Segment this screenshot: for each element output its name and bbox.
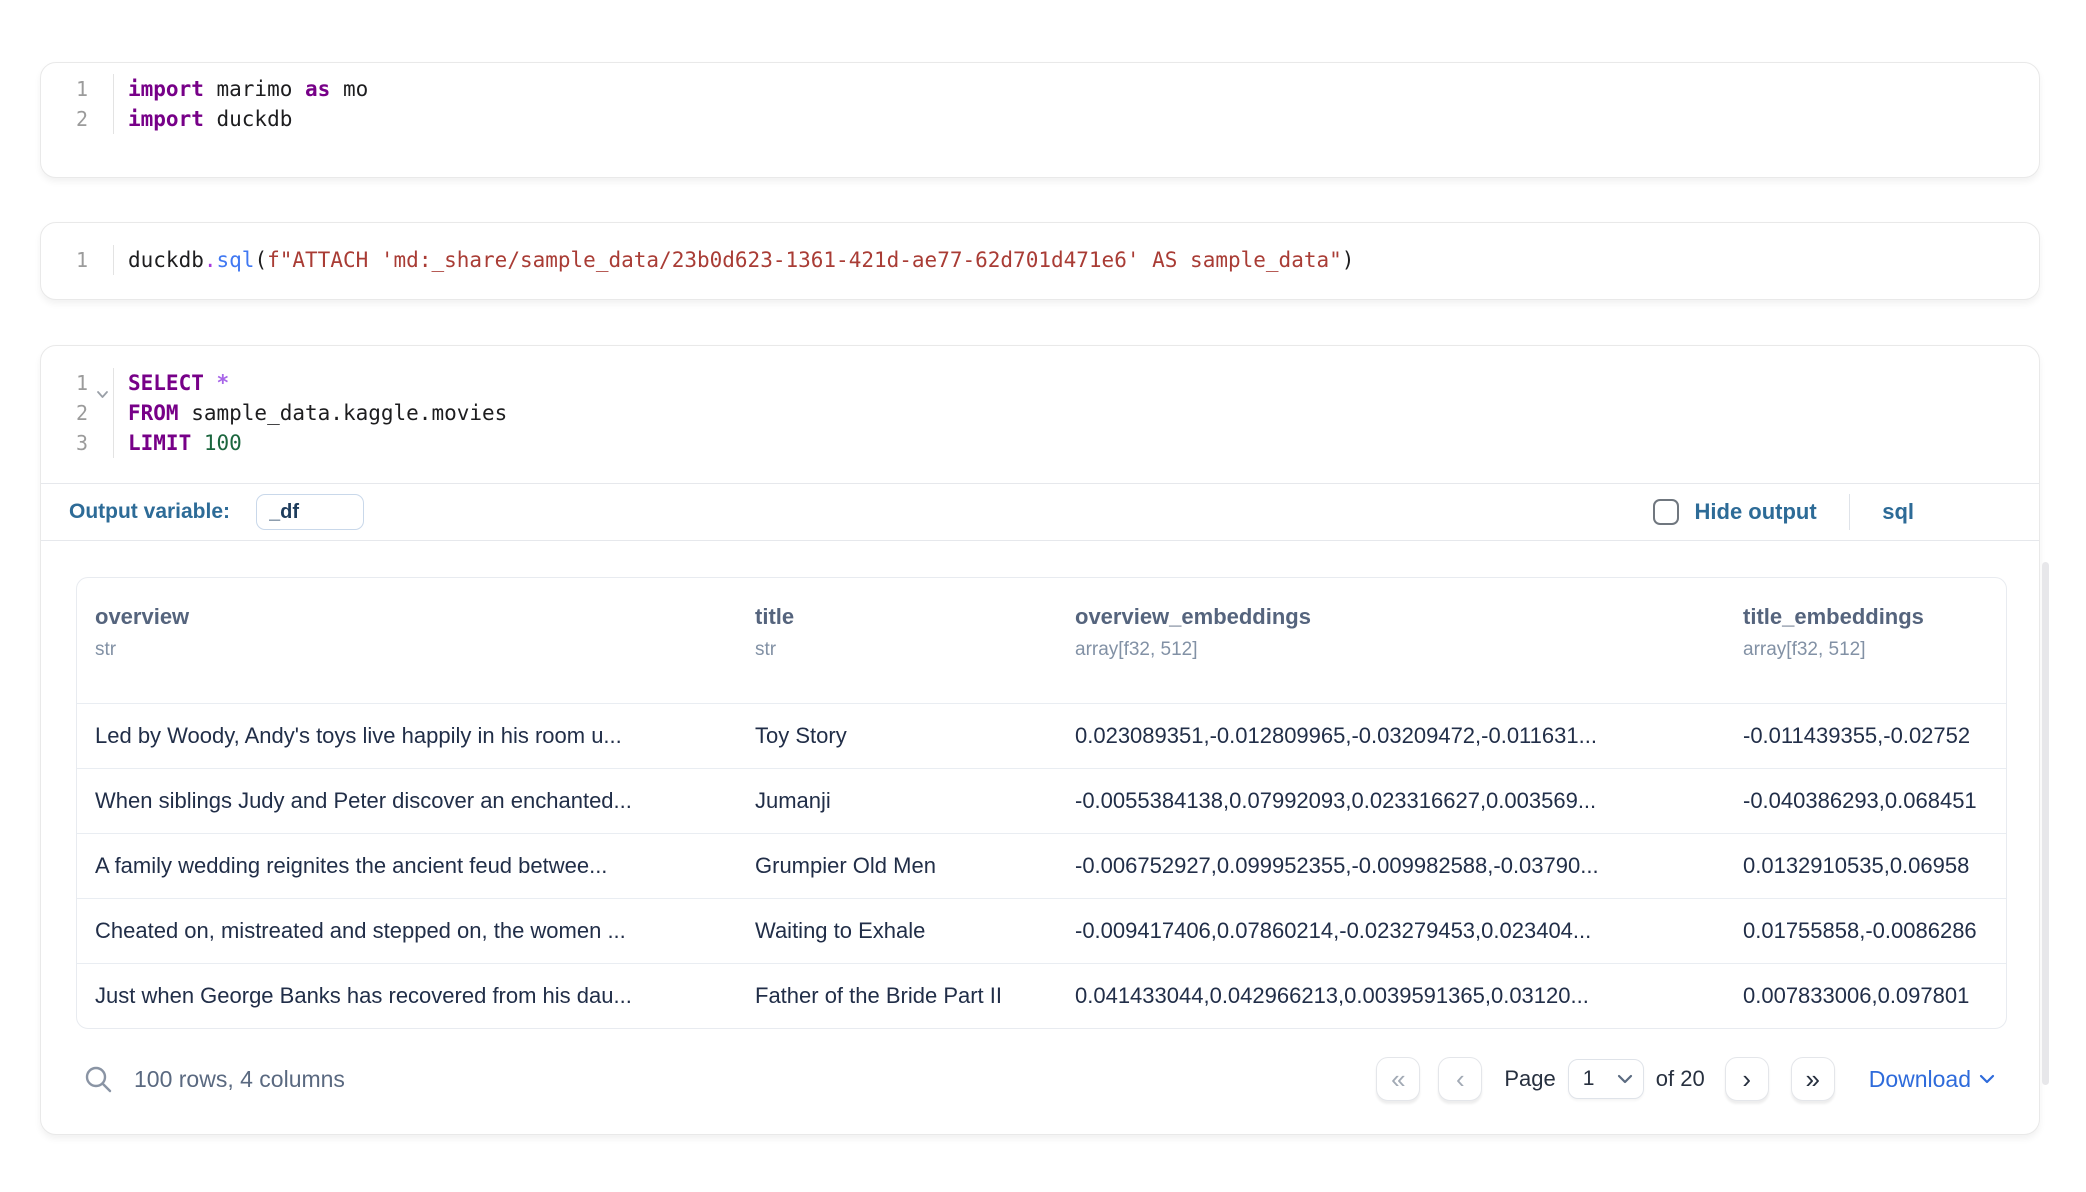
download-menu[interactable]: Download [1869, 1066, 1995, 1093]
line-number: 2 [41, 104, 114, 134]
code-cell-imports: 1 import marimo as mo 2 import duckdb [40, 62, 2040, 178]
search-button[interactable] [76, 1057, 120, 1101]
table-cell: 0.0132910535,0.06958 [1743, 853, 2006, 879]
code-line[interactable]: 2 import duckdb [41, 104, 2039, 134]
table-cell: 0.007833006,0.097801 [1743, 983, 2006, 1009]
toolbar-divider [1849, 494, 1851, 530]
pagination: « ‹ Page 1 of 20 › [1376, 1057, 1834, 1101]
table-cell: Grumpier Old Men [755, 853, 1075, 879]
search-icon [83, 1064, 113, 1094]
column-dtype: array[f32, 512] [1075, 639, 1743, 661]
line-number: 1 [41, 245, 114, 275]
table-cell: When siblings Judy and Peter discover an… [95, 788, 755, 814]
code-line-content[interactable]: import marimo as mo [128, 74, 368, 104]
hide-output-checkbox[interactable] [1653, 499, 1679, 525]
table-body: Led by Woody, Andy's toys live happily i… [77, 703, 2006, 1028]
code-line-content[interactable]: duckdb.sql(f"ATTACH 'md:_share/sample_da… [128, 245, 1354, 275]
table-row[interactable]: Led by Woody, Andy's toys live happily i… [77, 703, 2006, 768]
column-dtype: str [755, 639, 1075, 661]
first-page-button[interactable]: « [1376, 1057, 1420, 1101]
code-line[interactable]: 1 duckdb.sql(f"ATTACH 'md:_share/sample_d… [41, 245, 2039, 275]
hide-output-label[interactable]: Hide output [1695, 499, 1817, 525]
table-cell: Jumanji [755, 788, 1075, 814]
download-label: Download [1869, 1066, 1971, 1093]
sql-cell: 1 SELECT * 2 FROM sample_data.kaggle.movies… [40, 345, 2040, 1135]
code-line-content[interactable]: LIMIT 100 [128, 428, 242, 458]
table-cell: -0.006752927,0.099952355,-0.009982588,-0… [1075, 853, 1743, 879]
table-cell: -0.0055384138,0.07992093,0.023316627,0.0… [1075, 788, 1743, 814]
column-header-overview[interactable]: overview str [95, 604, 755, 703]
chevron-down-icon [1979, 1074, 1995, 1084]
page-label: Page [1504, 1066, 1555, 1092]
table-cell: Waiting to Exhale [755, 918, 1075, 944]
output-vertical-scrollbar[interactable] [2042, 562, 2049, 1085]
output-variable-input[interactable] [256, 494, 364, 530]
table-row[interactable]: Just when George Banks has recovered fro… [77, 963, 2006, 1028]
page-select[interactable]: 1 [1568, 1059, 1644, 1099]
column-dtype: str [95, 639, 755, 661]
page-total-label: of 20 [1656, 1066, 1705, 1092]
sql-cell-toolbar: Output variable: Hide output sql [41, 484, 2039, 541]
table-cell: A family wedding reignites the ancient f… [95, 853, 755, 879]
code-line-content[interactable]: SELECT * [128, 368, 229, 398]
code-editor[interactable]: 1 import marimo as mo 2 import duckdb [41, 63, 2039, 134]
table-cell: -0.009417406,0.07860214,-0.023279453,0.0… [1075, 918, 1743, 944]
table-cell: -0.040386293,0.068451 [1743, 788, 2006, 814]
chevron-down-icon [1617, 1074, 1633, 1084]
column-header-title_embeddings[interactable]: title_embeddings array[f32, 512] [1743, 604, 2006, 703]
column-name: overview_embeddings [1075, 604, 1743, 630]
table-cell: -0.011439355,-0.02752 [1743, 723, 2006, 749]
table-cell: 0.041433044,0.042966213,0.0039591365,0.0… [1075, 983, 1743, 1009]
table-row[interactable]: A family wedding reignites the ancient f… [77, 833, 2006, 898]
column-name: overview [95, 604, 755, 630]
table-cell: Father of the Bride Part II [755, 983, 1075, 1009]
marimo-notebook: 1 import marimo as mo 2 import duckdb 1 duck… [0, 0, 2086, 1192]
table-cell: Cheated on, mistreated and stepped on, t… [95, 918, 755, 944]
table-cell: Just when George Banks has recovered fro… [95, 983, 755, 1009]
table-row[interactable]: Cheated on, mistreated and stepped on, t… [77, 898, 2006, 963]
code-line[interactable]: 1 SELECT * [41, 368, 2039, 398]
column-dtype: array[f32, 512] [1743, 639, 2006, 661]
table-cell: 0.01755858,-0.0086286 [1743, 918, 2006, 944]
code-line-content[interactable]: import duckdb [128, 104, 292, 134]
table-cell: 0.023089351,-0.012809965,-0.03209472,-0.… [1075, 723, 1743, 749]
table-header-row: overviewstrtitlestroverview_embeddingsar… [77, 578, 2006, 703]
chevrons-left-icon: « [1391, 1066, 1405, 1092]
code-line[interactable]: 2 FROM sample_data.kaggle.movies [41, 398, 2039, 428]
code-line[interactable]: 1 import marimo as mo [41, 74, 2039, 104]
code-line-content[interactable]: FROM sample_data.kaggle.movies [128, 398, 507, 428]
column-name: title [755, 604, 1075, 630]
line-number: 1 [41, 74, 114, 104]
row-count-summary: 100 rows, 4 columns [134, 1066, 345, 1093]
table-row[interactable]: When siblings Judy and Peter discover an… [77, 768, 2006, 833]
language-toggle-sql[interactable]: sql [1882, 499, 1914, 525]
output-variable-label: Output variable: [69, 500, 230, 524]
code-editor[interactable]: 1 duckdb.sql(f"ATTACH 'md:_share/sample_d… [41, 223, 2039, 275]
page-select-value: 1 [1583, 1067, 1617, 1091]
line-number: 3 [41, 428, 114, 458]
code-cell-attach: 1 duckdb.sql(f"ATTACH 'md:_share/sample_d… [40, 222, 2040, 300]
column-header-overview_embeddings[interactable]: overview_embeddings array[f32, 512] [1075, 604, 1743, 703]
last-page-button[interactable]: » [1791, 1057, 1835, 1101]
chevron-right-icon: › [1742, 1066, 1751, 1092]
code-line[interactable]: 3 LIMIT 100 [41, 428, 2039, 458]
result-table: overviewstrtitlestroverview_embeddingsar… [76, 577, 2007, 1029]
column-name: title_embeddings [1743, 604, 2006, 630]
chevrons-right-icon: » [1805, 1066, 1819, 1092]
column-header-title[interactable]: title str [755, 604, 1075, 703]
table-cell: Led by Woody, Andy's toys live happily i… [95, 723, 755, 749]
line-number: 2 [41, 398, 114, 428]
next-page-button[interactable]: › [1725, 1057, 1769, 1101]
table-cell: Toy Story [755, 723, 1075, 749]
line-number: 1 [41, 368, 114, 398]
table-footer: 100 rows, 4 columns « ‹ Page 1 [76, 1049, 1995, 1109]
sql-output-area: overviewstrtitlestroverview_embeddingsar… [41, 541, 2039, 1132]
code-editor[interactable]: 1 SELECT * 2 FROM sample_data.kaggle.movies… [41, 346, 2039, 484]
chevron-left-icon: ‹ [1456, 1066, 1465, 1092]
previous-page-button[interactable]: ‹ [1438, 1057, 1482, 1101]
